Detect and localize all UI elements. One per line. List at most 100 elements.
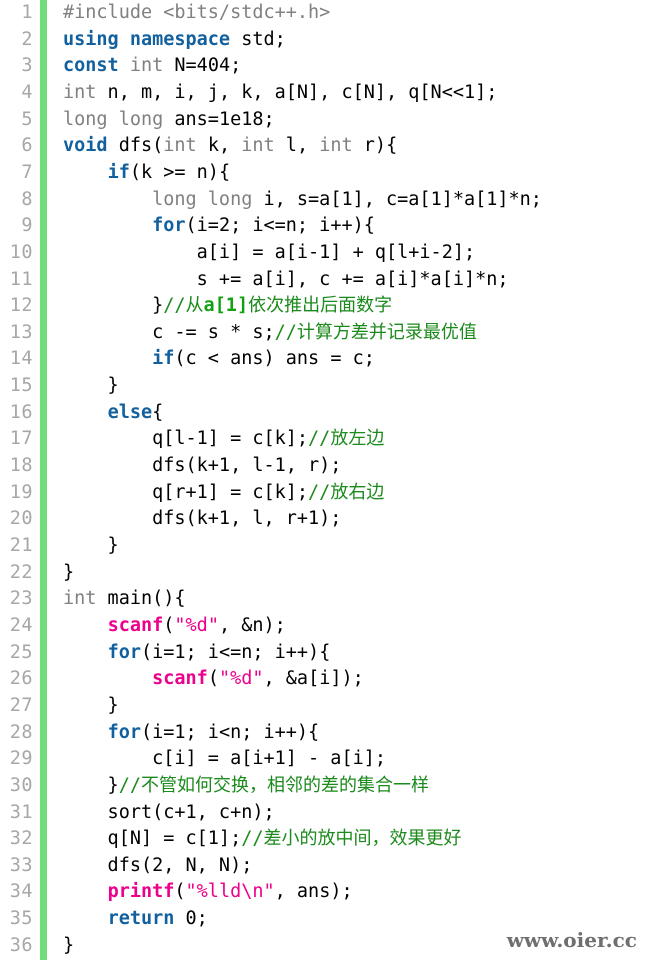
line-content: void dfs(int k, int l, int r){ <box>63 133 397 160</box>
line-content: } <box>63 693 119 720</box>
code-line[interactable]: 32 q[N] = c[1];//差小的放中间，效果更好 <box>0 826 645 853</box>
token-plain: ans=1e18; <box>163 108 275 130</box>
token-plain: } <box>63 535 119 556</box>
code-line[interactable]: 20 dfs(k+1, l, r+1); <box>0 506 645 533</box>
token-comment: // <box>118 774 141 796</box>
code-line[interactable]: 21 } <box>0 533 645 560</box>
token-comment-cjk: 放右边 <box>330 481 385 503</box>
line-content: q[r+1] = c[k];//放右边 <box>63 480 384 507</box>
line-content: for(i=1; i<=n; i++){ <box>63 640 331 667</box>
code-line[interactable]: 1 #include <bits/stdc++.h> <box>0 0 645 27</box>
token-keyword: using namespace <box>63 28 231 50</box>
line-number: 25 <box>9 641 33 663</box>
token-plain: q[N] = c[1]; <box>63 828 242 850</box>
code-line[interactable]: 10 a[i] = a[i-1] + q[l+i-2]; <box>0 240 645 267</box>
line-content: } <box>63 933 74 960</box>
code-line[interactable]: 28 for(i=1; i<n; i++){ <box>0 720 645 747</box>
line-number: 4 <box>21 81 33 103</box>
code-line[interactable]: 8 long long i, s=a[1], c=a[1]*a[1]*n; <box>0 187 645 214</box>
token-comment: // <box>308 481 331 503</box>
code-line[interactable]: 3 const int N=404; <box>0 53 645 80</box>
line-content: printf("%lld\n", ans); <box>63 879 353 906</box>
line-content: #include <bits/stdc++.h> <box>63 0 330 27</box>
code-line[interactable]: 33 dfs(2, N, N); <box>0 853 645 880</box>
code-line[interactable]: 17 q[l-1] = c[k];//放左边 <box>0 426 645 453</box>
code-line[interactable]: 2 using namespace std; <box>0 27 645 54</box>
line-content: } <box>63 533 119 560</box>
token-plain: 0; <box>174 908 208 930</box>
code-line[interactable]: 15 } <box>0 373 645 400</box>
line-number: 26 <box>9 668 33 690</box>
token-keyword: return <box>107 908 175 930</box>
token-plain: , ans); <box>274 881 353 903</box>
code-line[interactable]: 14 if(c < ans) ans = c; <box>0 346 645 373</box>
code-line[interactable]: 11 s += a[i], c += a[i]*a[i]*n; <box>0 267 645 294</box>
code-line[interactable]: 24 scanf("%d", &n); <box>0 613 645 640</box>
token-comment-em: a[1] <box>203 295 249 317</box>
code-line[interactable]: 13 c -= s * s;//计算方差并记录最优值 <box>0 320 645 347</box>
token-keyword: if <box>152 348 175 370</box>
code-line[interactable]: 34 printf("%lld\n", ans); <box>0 879 645 906</box>
code-line[interactable]: 26 scanf("%d", &a[i]); <box>0 666 645 693</box>
token-comment-cjk: 从 <box>185 295 204 317</box>
code-line[interactable]: 16 else{ <box>0 400 645 427</box>
line-number: 36 <box>9 934 33 956</box>
token-type: int <box>63 588 97 610</box>
token-plain: dfs(k+1, l, r+1); <box>63 508 342 530</box>
code-line[interactable]: 27 } <box>0 693 645 720</box>
code-line[interactable]: 7 if(k >= n){ <box>0 160 645 187</box>
line-number: 14 <box>9 348 33 370</box>
code-line[interactable]: 19 q[r+1] = c[k];//放右边 <box>0 480 645 507</box>
line-content: long long ans=1e18; <box>63 107 275 134</box>
code-line[interactable]: 31 sort(c+1, c+n); <box>0 800 645 827</box>
code-line[interactable]: 5 long long ans=1e18; <box>0 107 645 134</box>
token-plain: ( <box>207 668 219 690</box>
token-plain: main(){ <box>96 588 186 610</box>
line-content: sort(c+1, c+n); <box>63 800 275 827</box>
code-line[interactable]: 30 }//不管如何交换，相邻的差的集合一样 <box>0 773 645 800</box>
line-number: 13 <box>9 321 33 343</box>
line-number: 5 <box>21 108 33 130</box>
token-type: long long <box>63 108 164 130</box>
code-line[interactable]: 12 }//从a[1]依次推出后面数字 <box>0 293 645 320</box>
code-line[interactable]: 4 int n, m, i, j, k, a[N], c[N], q[N<<1]; <box>0 80 645 107</box>
token-type: int <box>241 135 275 157</box>
code-line[interactable]: 6 void dfs(int k, int l, int r){ <box>0 133 645 160</box>
token-plain: ( <box>163 614 175 636</box>
line-number: 18 <box>9 455 33 477</box>
token-plain: } <box>63 561 75 583</box>
line-number: 11 <box>9 268 33 290</box>
token-keyword: for <box>152 215 186 237</box>
line-number: 3 <box>21 55 33 77</box>
token-plain: N=404; <box>163 55 242 77</box>
line-content: for(i=2; i<=n; i++){ <box>63 213 375 240</box>
token-comment-cjk: 计算方差并记录最优值 <box>296 321 477 343</box>
token-func: scanf <box>152 668 208 690</box>
token-plain: i, s=a[1], c=a[1]*a[1]*n; <box>252 188 542 210</box>
line-content: using namespace std; <box>63 27 286 54</box>
code-line[interactable]: 22} <box>0 560 645 587</box>
code-line[interactable]: 25 for(i=1; i<=n; i++){ <box>0 640 645 667</box>
code-line[interactable]: 18 dfs(k+1, l-1, r); <box>0 453 645 480</box>
line-content: if(k >= n){ <box>63 160 231 187</box>
token-plain: c -= s * s; <box>63 321 275 343</box>
code-viewer: 1 #include <bits/stdc++.h> 2 using namespac… <box>0 0 645 960</box>
line-content: if(c < ans) ans = c; <box>63 346 375 373</box>
token-string: "%lld\n" <box>185 881 275 903</box>
code-line[interactable]: 29 c[i] = a[i+1] - a[i]; <box>0 746 645 773</box>
token-comment-cjk: 差小的放中间，效果更好 <box>263 828 462 850</box>
line-number: 9 <box>21 215 33 237</box>
line-number: 30 <box>9 774 33 796</box>
token-plain: { <box>152 401 164 423</box>
code-line[interactable]: 23 int main(){ <box>0 586 645 613</box>
token-keyword: for <box>107 721 141 743</box>
line-content: }//从a[1]依次推出后面数字 <box>63 293 392 320</box>
token-comment-cjk: 不管如何交换，相邻的差的集合一样 <box>140 774 429 796</box>
line-content: const int N=404; <box>63 53 241 80</box>
code-line[interactable]: 9 for(i=2; i<=n; i++){ <box>0 213 645 240</box>
token-keyword: else <box>107 401 153 423</box>
token-plain: (c < ans) ans = c; <box>174 348 375 370</box>
line-number: 6 <box>21 135 33 157</box>
